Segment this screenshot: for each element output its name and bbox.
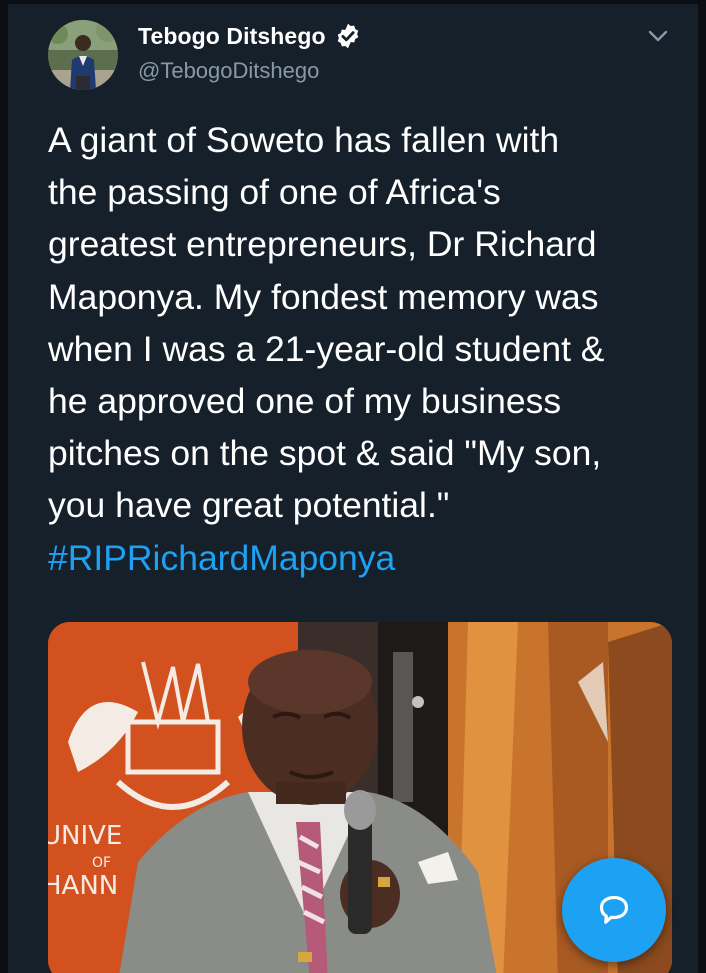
hashtag-link[interactable]: #RIPRichardMaponya xyxy=(48,532,678,584)
banner-text-line: HANN xyxy=(48,871,118,901)
tweet-text: A giant of Soweto has fallen with the pa… xyxy=(48,114,678,584)
tweet-text-line: greatest entrepreneurs, Dr Richard xyxy=(48,224,597,265)
tweet-text-line: pitches on the spot & said "My son, xyxy=(48,433,602,474)
tweet-text-line: you have great potential." xyxy=(48,485,450,526)
chevron-down-icon[interactable] xyxy=(644,22,672,50)
tweet-text-line: A giant of Soweto has fallen with xyxy=(48,120,560,160)
screen-edge-left xyxy=(0,0,8,973)
avatar[interactable] xyxy=(48,20,118,90)
banner-text-line: UNIVE xyxy=(48,821,122,851)
tweet-text-line: Maponya. My fondest memory was xyxy=(48,276,599,317)
tweet-text-line: he approved one of my business xyxy=(48,381,562,422)
banner-text-line: OF xyxy=(92,855,111,871)
tweet-text-line: when I was a 21-year-old student & xyxy=(48,328,605,369)
compose-reply-button[interactable] xyxy=(562,858,666,962)
tweet-screen: Tebogo Ditshego @TebogoDitshego A giant … xyxy=(0,0,706,973)
verified-badge-icon xyxy=(337,23,358,49)
screen-edge-right xyxy=(698,0,706,973)
author-name-row[interactable]: Tebogo Ditshego xyxy=(138,22,362,50)
screen-edge-top xyxy=(0,0,706,4)
tweet-text-line: the passing of one of Africa's xyxy=(48,172,501,213)
display-name[interactable]: Tebogo Ditshego xyxy=(138,23,326,50)
compose-reply-icon xyxy=(599,895,629,924)
avatar-photo-icon xyxy=(48,20,118,90)
author-handle[interactable]: @TebogoDitshego xyxy=(138,58,319,84)
